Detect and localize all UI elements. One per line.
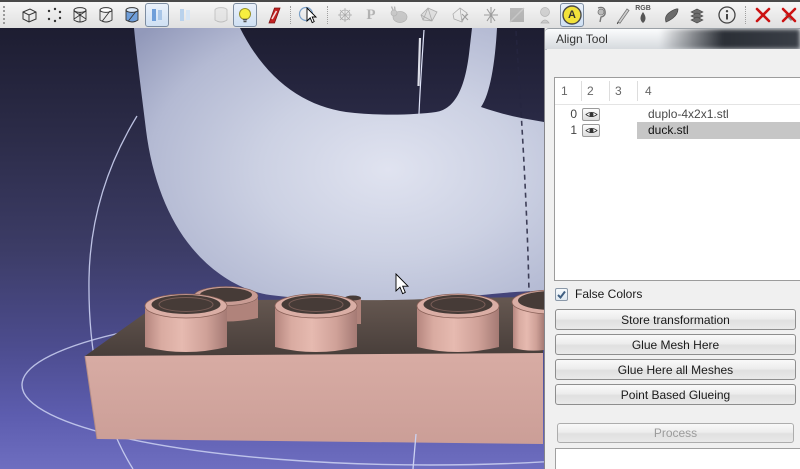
p-snapshot-icon[interactable]: P: [359, 3, 383, 27]
align-tool-icon[interactable]: A: [560, 3, 584, 27]
delete-mesh-icon[interactable]: [751, 3, 775, 27]
false-colors-label: False Colors: [575, 287, 643, 301]
eye-icon: [584, 111, 598, 118]
texture-icon[interactable]: [209, 3, 233, 27]
false-colors-row: False Colors: [555, 287, 642, 301]
process-button[interactable]: Process: [557, 423, 794, 443]
toolbar-separator: [290, 6, 293, 24]
table-row[interactable]: 1 duck.stl: [555, 122, 800, 139]
glue-mesh-here-button[interactable]: Glue Mesh Here: [555, 334, 796, 355]
header-bottom-line: [555, 104, 800, 105]
pin-icon[interactable]: [589, 3, 613, 27]
false-colors-checkbox[interactable]: [555, 287, 568, 301]
mesh-cut-a-icon[interactable]: [417, 3, 441, 27]
layers-icon[interactable]: [685, 3, 709, 27]
info-icon[interactable]: [715, 3, 739, 27]
p-glyph: P: [366, 6, 376, 23]
eye-visibility-button[interactable]: [582, 124, 600, 137]
align-tool-dialog: Align Tool 1 2 3 4 0 duplo-4x2x1.stl 1 d…: [544, 28, 800, 469]
table-header-2: 2: [587, 84, 594, 98]
trackball-manipulator-icon[interactable]: [296, 3, 320, 27]
main-toolbar: P A RGB: [0, 2, 800, 29]
header-separator: [637, 81, 638, 101]
paint-icon[interactable]: [659, 3, 683, 27]
brick-front-face: [85, 353, 543, 444]
align-letter: A: [568, 9, 576, 21]
table-row[interactable]: 0 duplo-4x2x1.stl: [555, 107, 800, 123]
points-icon[interactable]: [42, 3, 66, 27]
smooth-shading-icon[interactable]: [173, 3, 197, 27]
brick-front-studs: [144, 293, 500, 352]
mesh-bunny-icon[interactable]: [387, 3, 411, 27]
header-separator: [581, 81, 582, 101]
mesh-name: duck.stl: [648, 123, 689, 137]
table-header-4: 4: [645, 84, 652, 98]
point-based-glueing-button[interactable]: Point Based Glueing: [555, 384, 796, 405]
result-log-panel: [555, 448, 800, 469]
table-header-3: 3: [615, 84, 622, 98]
meshlab-window: P A RGB Align Tool 1 2 3 4 0 duplo-4x2x1…: [0, 0, 800, 469]
toolbar-separator: [745, 6, 748, 24]
shader-icon[interactable]: [261, 3, 285, 27]
titlebar-glass-blur: [660, 29, 800, 49]
dialog-title: Align Tool: [556, 32, 608, 46]
bounding-box-icon[interactable]: [17, 3, 41, 27]
mesh-name: duplo-4x2x1.stl: [648, 107, 729, 121]
3d-viewport[interactable]: [0, 28, 544, 469]
row-index: 0: [570, 107, 577, 121]
header-separator: [609, 81, 610, 101]
table-header-1: 1: [561, 84, 568, 98]
toolbar-grip[interactable]: [3, 6, 9, 24]
mesh-table[interactable]: 1 2 3 4 0 duplo-4x2x1.stl 1 duck.stl: [554, 77, 800, 281]
mesh-cut-b-icon[interactable]: [448, 3, 472, 27]
hidden-lines-icon[interactable]: [94, 3, 118, 27]
axis-star-icon[interactable]: [479, 3, 503, 27]
head-icon[interactable]: [533, 3, 557, 27]
store-transformation-button[interactable]: Store transformation: [555, 309, 796, 330]
check-icon: [557, 290, 566, 299]
dialog-titlebar[interactable]: Align Tool: [545, 28, 800, 50]
background-grid-icon[interactable]: [505, 3, 529, 27]
rgb-icon[interactable]: RGB: [631, 3, 655, 27]
flat-lines-icon[interactable]: [120, 3, 144, 27]
toolbar-separator: [327, 6, 330, 24]
delete-all-icon[interactable]: [777, 3, 800, 27]
eye-icon: [584, 127, 598, 134]
flat-shading-icon[interactable]: [145, 3, 169, 27]
eye-visibility-button[interactable]: [582, 108, 600, 121]
glue-here-all-meshes-button[interactable]: Glue Here all Meshes: [555, 359, 796, 380]
freeze-matrix-icon[interactable]: [333, 3, 357, 27]
dialog-body: 1 2 3 4 0 duplo-4x2x1.stl 1 duck.stl Fal…: [547, 49, 800, 469]
row-index: 1: [570, 123, 577, 137]
light-icon[interactable]: [233, 3, 257, 27]
wireframe-icon[interactable]: [68, 3, 92, 27]
